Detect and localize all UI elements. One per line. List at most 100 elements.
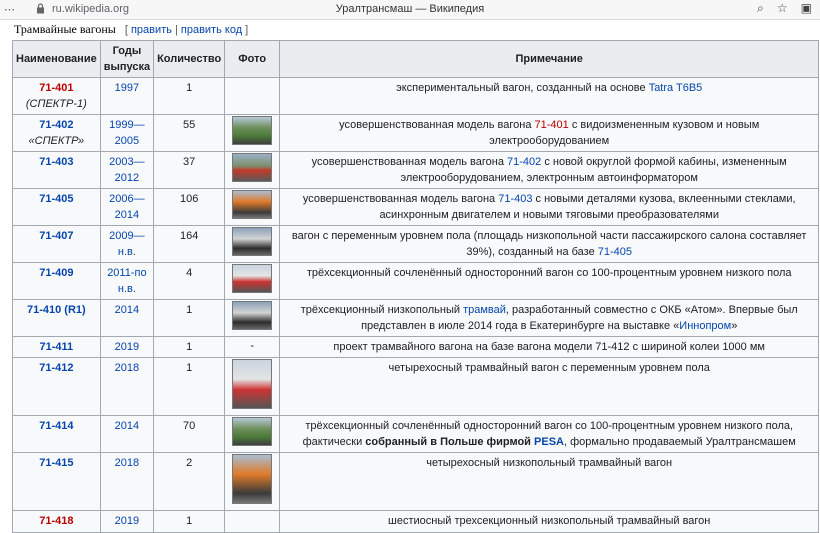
note-link[interactable]: Иннопром — [679, 320, 731, 332]
note-cell: экспериментальный вагон, созданный на ос… — [279, 77, 820, 115]
model-subtitle: «СПЕКТР» — [28, 135, 85, 147]
note-link[interactable]: 71-405 — [598, 246, 632, 258]
note-cell: вагон с переменным уровнем пола (площадь… — [279, 225, 820, 263]
tram-photo[interactable] — [232, 116, 273, 145]
model-link[interactable]: 71-415 — [39, 457, 73, 469]
model-link[interactable]: 71-410 (R1) — [27, 304, 86, 316]
photo-cell — [224, 299, 281, 337]
note-link[interactable]: Tatra T6B5 — [649, 82, 703, 94]
photo-cell: - — [224, 336, 281, 358]
photo-cell — [224, 188, 281, 226]
photo-cell — [224, 225, 281, 263]
years-link[interactable]: 2011-по н.в. — [107, 267, 146, 295]
years-link[interactable]: 2006—2014 — [109, 193, 144, 221]
model-link[interactable]: 71-412 — [39, 362, 73, 374]
star-icon[interactable]: ☆ — [777, 1, 788, 15]
years-cell: 2006—2014 — [99, 188, 155, 226]
years-link[interactable]: 2009—н.в. — [109, 230, 144, 258]
model-link[interactable]: 71-405 — [39, 193, 73, 205]
tram-photo[interactable] — [232, 190, 273, 219]
note-cell: четырехосный низкопольный трамвайный ваг… — [279, 452, 820, 511]
years-cell: 1997 — [99, 77, 155, 115]
years-link[interactable]: 2003—2012 — [109, 156, 144, 184]
model-cell: 71-409 — [12, 262, 101, 300]
note-cell: усовершенствованная модель вагона 71-403… — [279, 188, 820, 226]
photo-cell — [224, 357, 281, 416]
years-link[interactable]: 2019 — [115, 341, 139, 353]
years-link[interactable]: 2018 — [115, 362, 139, 374]
note-text: трёхсекционный сочленённый односторонний… — [306, 267, 792, 279]
years-link[interactable]: 2019 — [115, 515, 139, 527]
note-link[interactable]: 71-403 — [498, 193, 532, 205]
model-link[interactable]: 71-414 — [39, 420, 73, 432]
tram-photo[interactable] — [232, 301, 273, 330]
section-heading: Трамвайные вагоны [ править | править ко… — [14, 22, 248, 37]
years-link[interactable]: 2014 — [115, 420, 139, 432]
years-cell: 2019 — [99, 510, 155, 533]
model-link[interactable]: 71-401 — [39, 82, 73, 94]
years-cell: 1999—2005 — [99, 114, 155, 152]
years-cell: 2014 — [99, 415, 155, 453]
tram-photo[interactable] — [232, 454, 273, 504]
tram-photo[interactable] — [232, 417, 273, 446]
tram-photo[interactable] — [232, 227, 273, 256]
model-cell: 71-411 — [12, 336, 101, 358]
years-cell: 2003—2012 — [99, 151, 155, 189]
header-note: Примечание — [279, 40, 820, 78]
header-years: Годы выпуска — [99, 40, 155, 78]
note-text: шестиосный трехсекционный низкопольный т… — [388, 515, 711, 527]
table-header-row: Наименование Годы выпуска Количество Фот… — [12, 40, 820, 78]
model-cell: 71-418 — [12, 510, 101, 533]
table-row: 71-407 2009—н.в. 164 вагон с переменным уро… — [12, 225, 820, 263]
edit-code-link[interactable]: править код — [181, 24, 242, 36]
note-link[interactable]: трамвай — [463, 304, 506, 316]
note-link[interactable]: PESA — [534, 436, 564, 448]
edit-separator: | — [171, 24, 181, 36]
table-row: 71-410 (R1) 2014 1 трёхсекционный низкополь… — [12, 299, 820, 337]
model-link[interactable]: 71-407 — [39, 230, 73, 242]
quantity-cell: 1 — [153, 299, 226, 337]
section-title: Трамвайные вагоны — [14, 22, 116, 36]
extension-icon[interactable]: ▣ — [801, 1, 812, 15]
quantity-cell: 1 — [153, 77, 226, 115]
quantity-cell: 4 — [153, 262, 226, 300]
note-cell: усовершенствованная модель вагона 71-401… — [279, 114, 820, 152]
model-cell: 71-401 (СПЕКТР-1) — [12, 77, 101, 115]
photo-cell — [224, 114, 281, 152]
model-link[interactable]: 71-418 — [39, 515, 73, 527]
model-link[interactable]: 71-402 — [39, 119, 73, 131]
years-link[interactable]: 2018 — [115, 457, 139, 469]
model-link[interactable]: 71-411 — [40, 341, 74, 353]
note-cell: усовершенствованная модель вагона 71-402… — [279, 151, 820, 189]
years-cell: 2009—н.в. — [99, 225, 155, 263]
tram-photo[interactable] — [232, 359, 273, 409]
years-link[interactable]: 1997 — [115, 82, 139, 94]
table-row: 71-411 2019 1 - проект трамвайного вагона на… — [12, 336, 820, 358]
edit-bracket-close: ] — [242, 24, 249, 36]
header-qty: Количество — [153, 40, 226, 78]
photo-cell — [224, 151, 281, 189]
note-text: экспериментальный вагон, созданный на ос… — [396, 82, 649, 94]
note-link[interactable]: 71-402 — [507, 156, 541, 168]
tram-photo[interactable] — [232, 153, 273, 182]
note-text: четырехосный низкопольный трамвайный ваг… — [426, 457, 673, 469]
table-row: 71-403 2003—2012 37 усовершенствованная мод… — [12, 151, 820, 189]
note-text: вагон с переменным уровнем пола (площадь… — [291, 230, 807, 258]
years-link[interactable]: 1999—2005 — [109, 119, 144, 147]
note-cell: трёхсекционный сочленённый односторонний… — [279, 415, 820, 453]
photo-cell — [224, 415, 281, 453]
note-text: , формально продаваемый Уралтрансмашем — [563, 436, 796, 448]
table-row: 71-405 2006—2014 106 усовершенствованная мо… — [12, 188, 820, 226]
quantity-cell: 37 — [153, 151, 226, 189]
model-cell: 71-403 — [12, 151, 101, 189]
browser-toolbar: ⋯ ru.wikipedia.org Уралтрансмаш — Википе… — [0, 0, 820, 20]
tram-photo[interactable] — [232, 264, 273, 293]
search-icon[interactable]: ⌕ — [757, 1, 764, 16]
model-link[interactable]: 71-403 — [39, 156, 73, 168]
photo-cell — [224, 510, 281, 533]
edit-link[interactable]: править — [131, 24, 172, 36]
note-text: четырехосный трамвайный вагон с переменн… — [388, 362, 710, 374]
model-link[interactable]: 71-409 — [39, 267, 73, 279]
years-link[interactable]: 2014 — [115, 304, 139, 316]
note-link[interactable]: 71-401 — [535, 119, 569, 131]
